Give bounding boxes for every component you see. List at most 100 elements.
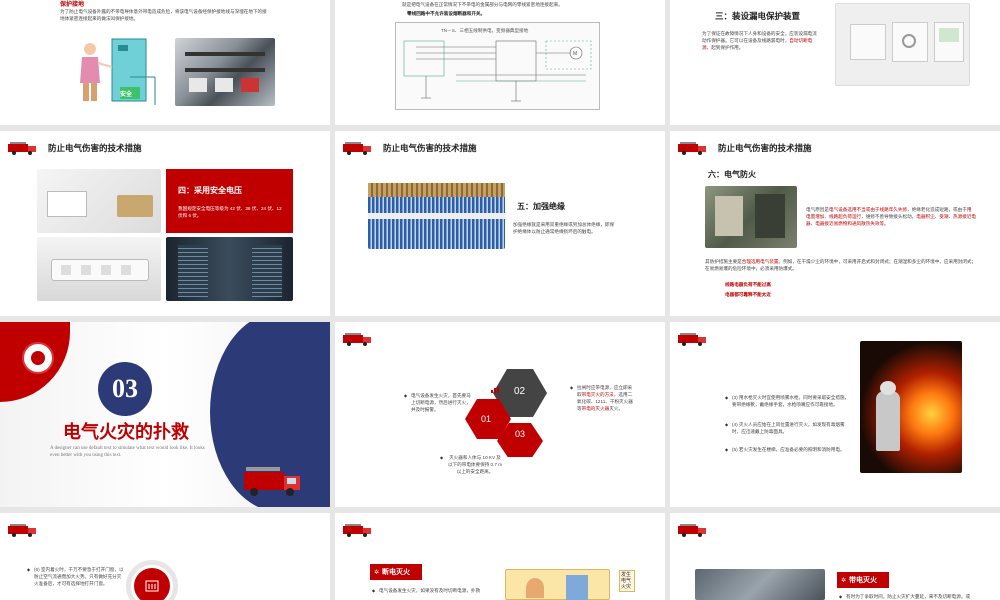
left-bullet-text: 电气设备发生火灾，首先要马上切断电源，然后进行灭火，并及时报警。 xyxy=(404,392,471,413)
fire-truck-icon xyxy=(678,142,706,155)
bullet-3: (3) 用水枪灭火时宜使用喷雾水枪，同时要采取安全措施，要带绝缘靴，戴绝缘手套，… xyxy=(725,394,850,408)
slide-thumbnail-6[interactable]: 防止电气伤害的技术措施 六：电气防火 电气原因是电气设备选用不当或由于线路年久失… xyxy=(670,131,1000,316)
slide-header xyxy=(678,330,718,348)
bullet-text: 有时为了争取时间，防止火灾扩大蔓延，来不及切断电源，或 xyxy=(839,593,980,600)
hexagon-group xyxy=(465,369,547,457)
cause-text-g: 。 xyxy=(884,221,889,226)
cartoon-caption: 发生电气火灾 xyxy=(619,570,635,592)
firefighting-photo xyxy=(695,569,825,600)
slide-header: 防止电气伤害的技术措施 xyxy=(8,139,142,157)
gear-icon: ✲ xyxy=(374,569,380,576)
right-bullet-text: 拉闸时应带电源，应立即采取带电灭火的方法，选用二氧化碳、1211、干粉灭火器等带… xyxy=(570,384,635,412)
section-title: 电气火灾的扑救 xyxy=(63,422,189,442)
fire-emblem-icon xyxy=(22,342,54,374)
svg-text:M: M xyxy=(573,51,577,57)
hex-label-03: 03 xyxy=(515,429,526,439)
slide-thumbnail-4[interactable]: 防止电气伤害的技术措施 四：采用安全电压 我国规定安全电压等级为 42 伏、36… xyxy=(0,131,330,316)
slide-header xyxy=(343,521,383,539)
bullet-5: (5) 若火灾发生在楼梯，应准备必要的照明和消防用电。 xyxy=(725,446,850,453)
phone-charger-photo xyxy=(37,169,161,233)
slide-thumbnail-3[interactable]: 三：装设漏电保护装置 为了保证在故障情况下人身和设备的安全，应装设漏电流动作保护… xyxy=(670,0,1000,125)
bar-chart-icon xyxy=(491,380,499,393)
slide-body-text: 为了防止电气设备外露的不带电导体意外带电造成危险，将该电气设备经保护接地线与深埋… xyxy=(60,9,267,21)
slide-thumbnail-1[interactable]: 保护接地 为了防止电气设备外露的不带电导体意外带电造成危险，将该电气设备经保护接… xyxy=(0,0,330,125)
slide-header: 防止电气伤害的技术措施 xyxy=(678,139,812,157)
right-highlight-d: 带电的灭火器 xyxy=(581,406,610,411)
slide-thumbnail-8[interactable]: 电气设备发生火灾，首先要马上切断电源，然后进行灭火，并及时报警。 02 01 0… xyxy=(335,322,665,507)
section-number-circle: 03 xyxy=(98,362,152,416)
box-body: 我国规定安全电压等级为 42 伏、36 伏、24 伏、12 伏和 6 伏。 xyxy=(178,206,282,218)
slide-heading: 六：电气防火 xyxy=(708,170,756,179)
power-strip-photo xyxy=(37,237,161,301)
label-text: 断电灭火 xyxy=(382,569,411,576)
slide-heading: 保护接地 xyxy=(60,2,85,8)
cause-text-e: ，维修不善导致接头松动， xyxy=(861,214,917,219)
warning-line-2: 电器都可靠释不能太近 xyxy=(725,292,771,297)
slide-thumbnail-7[interactable]: 03 电气火灾的扑救 A designer can use default te… xyxy=(0,322,330,507)
slide-thumbnail-5[interactable]: 防止电气伤害的技术措施 五：加强绝缘 加强绝缘就是采用双重绝缘或另加总体绝缘，即… xyxy=(335,131,665,316)
slide-thumbnail-2[interactable]: 就是把电气设备在正常情况下不带电的金属部分与电网的零线紧密地连接起来。 零线回路… xyxy=(335,0,665,125)
fire-truck-icon xyxy=(343,142,371,155)
warning-line-1: 线路电器负荷不能过高 xyxy=(725,282,771,287)
section-number: 03 xyxy=(112,374,138,403)
slide-header: 防止电气伤害的技术措施 xyxy=(343,139,477,157)
slide-thumbnail-11[interactable]: ✲断电灭火 电气设备发生火灾，如果没有及时切断电源，扑救 发生电气火灾 xyxy=(335,513,665,600)
slide-thumbnail-12[interactable]: ✲带电灭火 有时为了争取时间，防止火灾扩大蔓延，来不及切断电源，或 xyxy=(670,513,1000,600)
slide-body-text: 就是把电气设备在正常情况下不带电的金属部分与电网的零线紧密地连接起来。 xyxy=(402,2,563,7)
slide-title: 防止电气伤害的技术措施 xyxy=(48,143,142,153)
power-off-label: ✲ 断电灭火 xyxy=(370,564,422,580)
bullet-4: (4) 灭火人员应始在上风位置进行灭火，如发现有毒烟雾时，应迅速戴上防毒面具。 xyxy=(725,421,850,435)
measure-paragraph: 其防护措施主要是合理选用电气装置。例如，在干燥少尘的环境中，可采用开启式和封闭式… xyxy=(705,258,977,272)
slide-thumbnail-10[interactable]: (6) 室内着火时，千万不要急于打开门窗，以防止空气流通而加大火势。只有做好充分… xyxy=(0,513,330,600)
fire-truck-icon xyxy=(678,524,706,537)
electrical-cabinet-photo xyxy=(175,38,275,106)
cause-text-a: 电气原因是 xyxy=(806,207,829,212)
fire-truck-illustration xyxy=(244,467,300,496)
body-part-end: ，起到保护作用。 xyxy=(706,45,744,50)
tn-s-wiring-diagram: TN－S、三相五线制供电，变频器典型接地 M xyxy=(395,22,600,110)
fire-truck-icon xyxy=(343,333,371,346)
server-room-photo xyxy=(166,237,293,301)
fire-truck-icon xyxy=(343,524,371,537)
fire-truck-icon xyxy=(678,333,706,346)
slide-sorter-grid: 保护接地 为了防止电气设备外露的不带电导体意外带电造成危险，将该电气设备经保护接… xyxy=(0,0,1000,600)
cause-paragraph: 电气原因是电气设备选用不当或由于线路年久失修，绝缘老化造成短路，或由于用电量增加… xyxy=(806,206,976,227)
firefighter-photo xyxy=(860,341,962,473)
electrical-panel-photo xyxy=(705,186,797,248)
slide-note-text: 零线回路中不允许装设熔断器和开关。 xyxy=(407,11,486,16)
gear-icon: ✲ xyxy=(841,577,847,584)
safe-sign-label: 安全 xyxy=(120,92,133,98)
hex-label-01: 01 xyxy=(481,414,492,424)
slide-header xyxy=(678,521,718,539)
right-highlight-b: 带电灭火的方法 xyxy=(581,392,614,397)
slide-heading: 三：装设漏电保护装置 xyxy=(715,11,801,21)
measure-highlight: 合理选用电气装置 xyxy=(741,259,779,264)
slide-title: 防止电气伤害的技术措施 xyxy=(718,143,812,153)
hex-label-02: 02 xyxy=(514,386,526,397)
label-text: 带电灭火 xyxy=(849,577,878,584)
insulated-wiring-photo xyxy=(368,183,505,249)
slide-title: 防止电气伤害的技术措施 xyxy=(383,143,477,153)
cause-highlight-b: 电气设备选用不当或由于线路年久失修 xyxy=(828,207,908,212)
fire-truck-icon xyxy=(8,524,36,537)
slide-header xyxy=(8,521,48,539)
slide-thumbnail-9[interactable]: (3) 用水枪灭火时宜使用喷雾水枪，同时要采取安全措施，要带绝缘靴，戴绝缘手套，… xyxy=(670,322,1000,507)
slide-body-text: 加强绝缘就是采用双重绝缘或另加总体绝缘，即保护绝缘体以防止通常绝缘损坏后的触电。 xyxy=(513,222,615,234)
right-text-e: 灭火。 xyxy=(609,406,623,411)
bullet-6: (6) 室内着火时，千万不要急于打开门窗，以防止空气流通而加大火势。只有做好充分… xyxy=(27,566,124,587)
safety-voltage-box: 四：采用安全电压 我国规定安全电压等级为 42 伏、36 伏、24 伏、12 伏… xyxy=(166,169,293,233)
slide-heading: 五：加强绝缘 xyxy=(517,202,565,211)
measure-text-a: 其防护措施主要是 xyxy=(705,259,742,264)
bottom-bullet-text: 灭火器和人体与 10 KV 及以下的带电体要保持 0.7 m 以上的安全距离。 xyxy=(440,454,503,475)
section-subtitle: A designer can use default text to simul… xyxy=(50,446,205,458)
cause-text-c: ，绝缘老化造成短路，或由于 xyxy=(907,207,967,212)
slide-body-text: 为了保证在故障情况下人身和设备的安全，应装设漏电流动作保护器。它可以在设备及线路… xyxy=(702,30,817,51)
leakage-protector-photo xyxy=(835,3,970,86)
fire-truck-icon xyxy=(8,142,36,155)
box-heading: 四：采用安全电压 xyxy=(178,186,242,195)
bullet-text: 电气设备发生火灾，如果没有及时切断电源，扑救 xyxy=(372,587,491,594)
grounding-illustration: 安全 xyxy=(60,37,160,107)
cartoon-illustration xyxy=(505,569,610,600)
slide-header xyxy=(343,330,383,348)
live-fire-label: ✲ 带电灭火 xyxy=(837,572,889,588)
